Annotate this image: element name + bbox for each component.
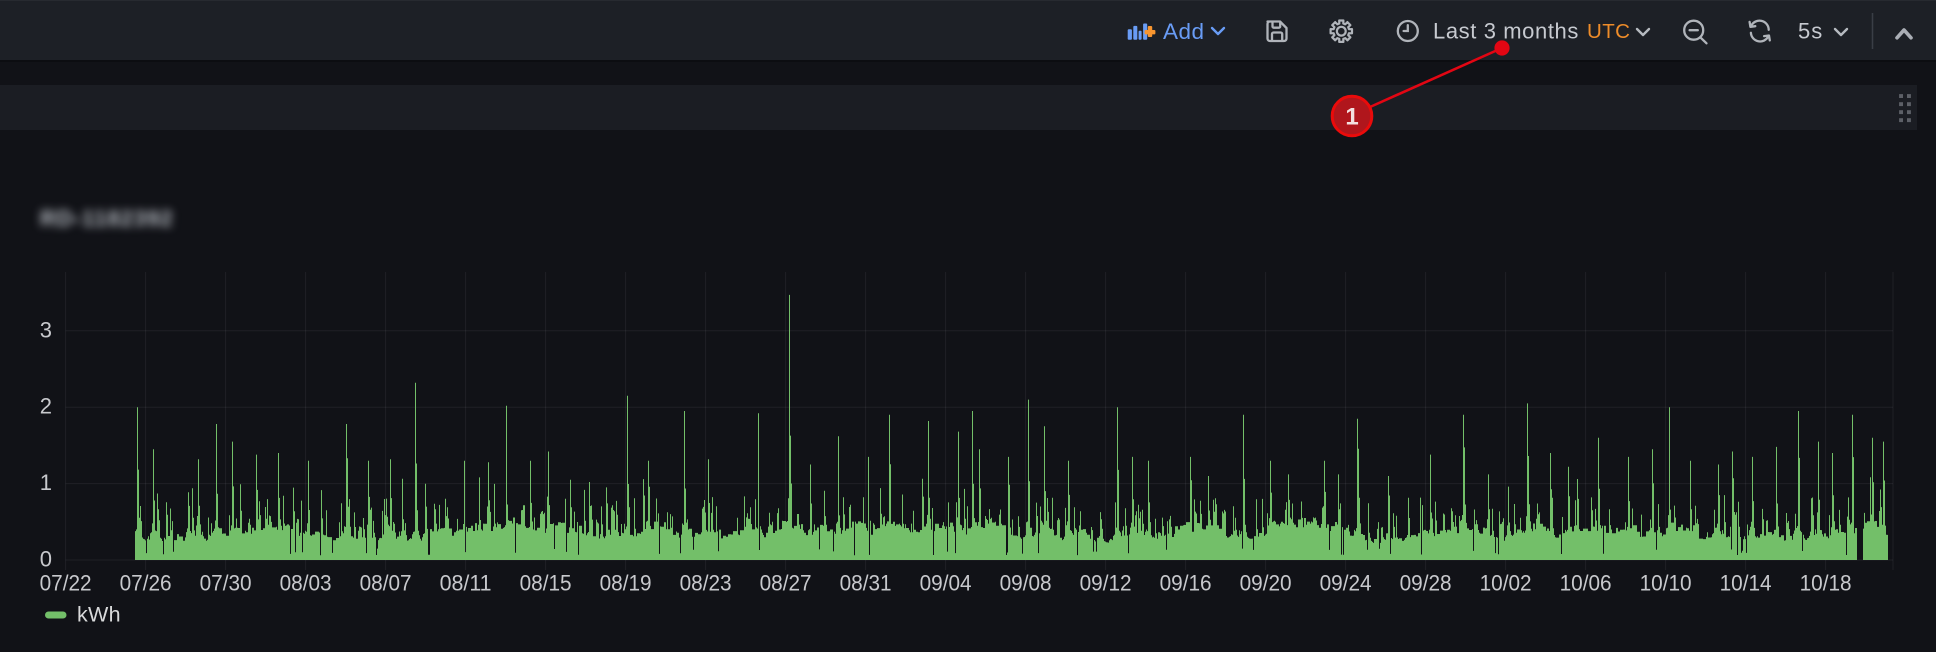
svg-text:1: 1 [1345, 104, 1358, 131]
